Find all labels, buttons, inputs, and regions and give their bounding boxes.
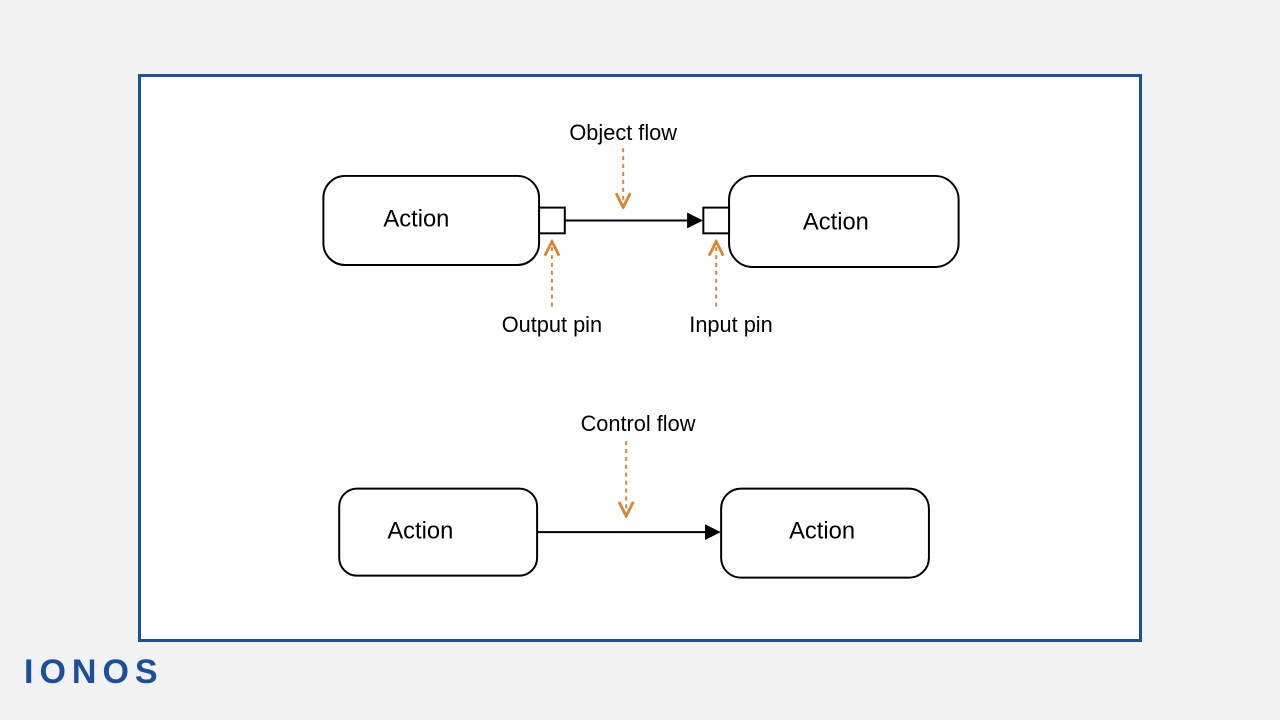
action-node-right-control-label: Action (789, 518, 855, 544)
control-flow-title: Control flow (581, 411, 696, 436)
diagram-frame: Object flow Action Action Output pin Inp… (138, 74, 1142, 642)
diagram-svg: Object flow Action Action Output pin Inp… (141, 77, 1139, 639)
action-node-left-object-label: Action (383, 207, 449, 233)
output-pin-label: Output pin (502, 312, 602, 337)
input-pin-label: Input pin (689, 312, 772, 337)
action-node-right-object-label: Action (803, 210, 869, 236)
ionos-logo: IONOS (24, 653, 164, 692)
output-pin (539, 208, 565, 234)
input-pin (703, 208, 729, 234)
object-flow-title: Object flow (569, 120, 677, 145)
action-node-left-control-label: Action (387, 518, 453, 544)
